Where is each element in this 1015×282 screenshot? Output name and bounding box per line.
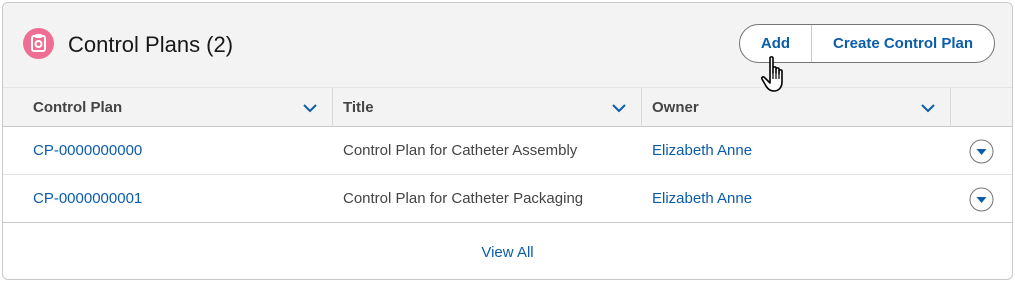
- row-actions-dropdown-icon[interactable]: [969, 139, 994, 164]
- column-label: Owner: [652, 99, 699, 116]
- card-header: Control Plans (2) Add Create Control Pla…: [3, 3, 1012, 87]
- table-header: Control Plan Title Owner: [3, 87, 1012, 127]
- owner-link[interactable]: Elizabeth Anne: [652, 175, 752, 222]
- control-plan-link[interactable]: CP-0000000000: [33, 127, 142, 174]
- chevron-down-icon[interactable]: [920, 100, 936, 116]
- hand-pointer-cursor-icon: [760, 56, 783, 92]
- title-cell: Control Plan for Catheter Assembly: [343, 142, 578, 159]
- row-actions-dropdown-icon[interactable]: [969, 187, 994, 212]
- table-row: CP-0000000001 Control Plan for Catheter …: [3, 175, 1012, 223]
- chevron-down-icon[interactable]: [302, 100, 318, 116]
- control-plan-icon: [23, 28, 54, 59]
- column-header-control-plan[interactable]: Control Plan: [3, 88, 333, 127]
- column-header-actions: [951, 88, 1012, 127]
- view-all-link[interactable]: View All: [481, 244, 533, 261]
- title-cell: Control Plan for Catheter Packaging: [343, 190, 584, 207]
- column-label: Control Plan: [33, 99, 123, 116]
- column-header-title[interactable]: Title: [333, 88, 642, 127]
- column-label: Title: [343, 99, 374, 116]
- owner-link[interactable]: Elizabeth Anne: [652, 127, 752, 174]
- card-footer: View All: [3, 224, 1012, 279]
- card-title: Control Plans (2): [68, 32, 234, 57]
- control-plans-card: Control Plans (2) Add Create Control Pla…: [2, 2, 1013, 280]
- chevron-down-icon[interactable]: [611, 100, 627, 116]
- column-header-owner[interactable]: Owner: [642, 88, 951, 127]
- create-control-plan-button[interactable]: Create Control Plan: [812, 25, 994, 62]
- control-plan-link[interactable]: CP-0000000001: [33, 175, 142, 222]
- table-row: CP-0000000000 Control Plan for Catheter …: [3, 127, 1012, 175]
